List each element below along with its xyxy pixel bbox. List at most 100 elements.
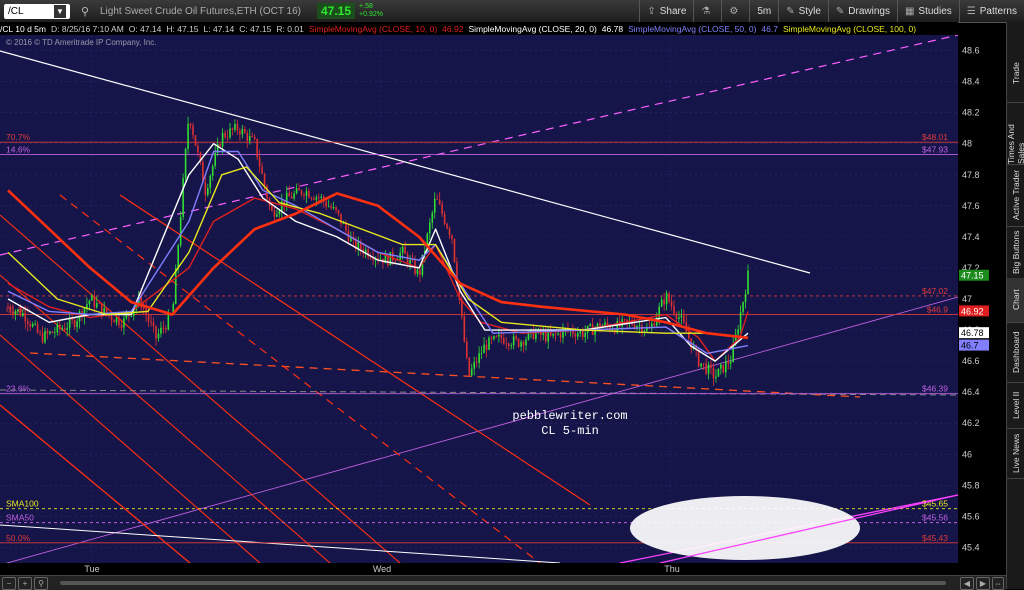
toolbar-button-label: Patterns [979, 5, 1017, 17]
x-tick-label: Wed [373, 564, 391, 574]
candle-body [379, 258, 382, 260]
info-item: /CL 10 d 5m [0, 23, 46, 34]
candle-body [500, 334, 503, 339]
candle-body [211, 165, 214, 176]
toolbar-button-0[interactable]: ⇪ Share [639, 0, 693, 22]
y-tick-label: 45.4 [962, 542, 980, 552]
symbol-selector[interactable]: /CL ▼ [4, 3, 70, 19]
chevron-down-icon[interactable]: ▼ [54, 4, 66, 18]
y-tick-label: 48.6 [962, 46, 980, 56]
info-item: 46.92 [442, 23, 464, 34]
candle-body [239, 130, 241, 135]
candle-body [9, 306, 12, 312]
candle-body [118, 317, 120, 326]
side-tab-level-ii[interactable]: Level II [1007, 382, 1024, 429]
candle-body [253, 136, 256, 139]
price-chart[interactable]: 70.7%$48.0114.6%$47.93$47.0261.8%$46.923… [0, 35, 958, 563]
studies-icon: ▦ [904, 5, 915, 17]
scroll-left-icon[interactable]: ◀ [960, 577, 974, 590]
change-abs: +.58 [359, 3, 373, 10]
candle-body [342, 223, 345, 225]
candle-body [463, 316, 466, 342]
candle-body [236, 123, 239, 131]
watermark-text: pebblewriter.com [512, 409, 627, 423]
candle-body [207, 187, 209, 195]
side-tab-live-news[interactable]: Live News [1007, 428, 1024, 479]
candle-body [404, 246, 406, 254]
candle-body [737, 329, 739, 335]
candle-body [229, 128, 231, 138]
side-tab-times-and-sales[interactable]: Times And Sales [1006, 102, 1024, 165]
y-tick-label: 45.8 [962, 480, 980, 490]
side-tab-chart[interactable]: Chart [1007, 278, 1024, 323]
candle-body [209, 175, 212, 188]
candle-body [125, 314, 128, 319]
expand-icon[interactable]: ⇔ [992, 577, 1004, 590]
side-tab-trade[interactable]: Trade [1007, 44, 1024, 103]
candle-body [710, 364, 712, 368]
price-axis[interactable]: 45.445.645.84646.246.446.646.84747.247.4… [958, 35, 1006, 563]
scroll-track[interactable] [60, 581, 946, 585]
candle-body [251, 135, 253, 137]
candle-body [182, 178, 184, 217]
candle-body [147, 315, 150, 322]
candle-body [675, 313, 678, 320]
candle-body [406, 253, 409, 264]
candle-body [498, 334, 500, 337]
candle-body [221, 132, 224, 147]
candle-body [22, 313, 24, 316]
candle-body [19, 309, 22, 316]
candle-body [446, 223, 448, 229]
zoom-out-icon[interactable]: − [2, 577, 16, 590]
toolbar-button-label: Studies [918, 5, 952, 17]
magnifier-icon[interactable]: ⚲ [34, 577, 48, 590]
toolbar-button-label: Drawings [848, 5, 890, 17]
candle-body [448, 228, 451, 236]
candle-body [554, 333, 557, 335]
toolbar-button-4[interactable]: ✎ Style [778, 0, 828, 22]
chart-svg[interactable]: 70.7%$48.0114.6%$47.93$47.0261.8%$46.923… [0, 35, 958, 563]
axis-tag-text: 46.92 [961, 306, 984, 316]
toolbar-button-7[interactable]: ☰ Patterns [958, 0, 1024, 22]
candle-body [248, 135, 251, 142]
candle-body [325, 201, 327, 207]
toolbar-button-label: Share [659, 5, 687, 17]
toolbar-button-5[interactable]: ✎ Drawings [827, 0, 897, 22]
candle-body [707, 364, 710, 374]
candle-body [683, 315, 685, 323]
scroll-right-icon[interactable]: ▶ [976, 577, 990, 590]
toolbar-button-2[interactable]: ⚙ [721, 0, 749, 22]
side-tab-active-trader[interactable]: Active Trader [1007, 164, 1024, 227]
candle-body [12, 311, 14, 315]
flask-icon: ⚗ [701, 5, 711, 17]
candle-body [46, 331, 49, 334]
chart-scrollbar[interactable]: − + ⚲ ◀ ▶ ⇔ [0, 575, 1006, 590]
candle-body [113, 320, 115, 323]
link-icon[interactable]: ⚲ [76, 3, 94, 19]
candle-body [340, 213, 342, 225]
info-item: 46.78 [601, 23, 624, 34]
axis-tag-text: 47.15 [961, 271, 984, 281]
candle-body [574, 333, 577, 337]
candle-body [725, 361, 727, 373]
candle-body [742, 302, 744, 313]
candle-body [313, 198, 315, 200]
info-item: L: 47.14 [203, 23, 235, 34]
candle-body [507, 343, 510, 347]
side-tab-big-buttons[interactable]: Big Buttons [1007, 226, 1024, 279]
candle-body [732, 344, 734, 362]
candle-body [429, 222, 431, 234]
toolbar-button-1[interactable]: ⚗ [693, 0, 721, 22]
candle-body [416, 269, 419, 274]
candle-body [475, 362, 478, 363]
candle-body [167, 314, 170, 330]
candle-body [705, 363, 707, 374]
candle-body [295, 188, 298, 194]
toolbar-button-6[interactable]: ▦ Studies [896, 0, 959, 22]
side-tab-dashboard[interactable]: Dashboard [1007, 322, 1024, 383]
candle-body [59, 324, 61, 329]
candle-body [142, 307, 145, 309]
toolbar-button-3[interactable]: 5m [749, 0, 778, 22]
candle-body [431, 212, 434, 223]
zoom-in-icon[interactable]: + [18, 577, 32, 590]
